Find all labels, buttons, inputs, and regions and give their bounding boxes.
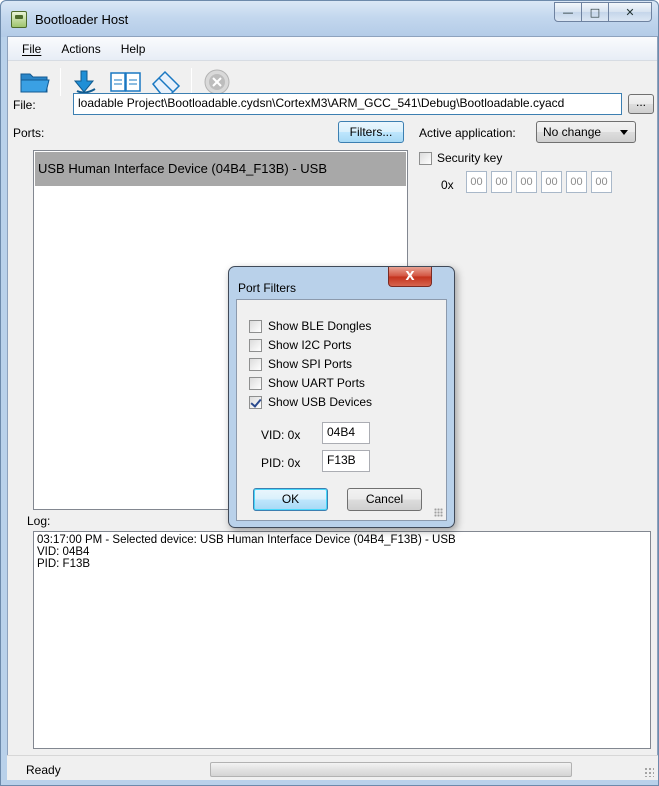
menu-file[interactable]: File	[12, 42, 51, 56]
menu-bar: File Actions Help	[8, 37, 657, 61]
option-spi-ports[interactable]: Show SPI Ports	[249, 357, 352, 371]
security-key-byte[interactable]: 00	[566, 171, 587, 193]
file-label: File:	[13, 98, 36, 112]
vid-input[interactable]: 04B4	[322, 422, 370, 444]
maximize-button[interactable]: □	[581, 2, 609, 22]
close-icon: X	[405, 269, 415, 283]
pid-label: PID: 0x	[261, 456, 301, 470]
browse-button[interactable]: ...	[628, 94, 654, 114]
title-bar[interactable]: Bootloader Host — □ ✕	[1, 1, 658, 37]
option-label: Show I2C Ports	[268, 338, 352, 352]
close-button[interactable]: ✕	[608, 2, 652, 22]
option-label: Show UART Ports	[268, 376, 365, 390]
dialog-title: Port Filters	[238, 281, 297, 295]
open-file-button[interactable]	[18, 66, 52, 98]
checkbox[interactable]	[249, 338, 262, 352]
log-line: 03:17:00 PM - Selected device: USB Human…	[37, 534, 456, 546]
option-label: Show USB Devices	[268, 395, 373, 409]
ok-button[interactable]: OK	[253, 488, 328, 511]
security-key-byte[interactable]: 00	[491, 171, 512, 193]
resize-grip-icon[interactable]	[644, 767, 654, 777]
security-key-byte[interactable]: 00	[466, 171, 487, 193]
toolbar-separator	[60, 68, 61, 96]
security-key-prefix: 0x	[441, 178, 454, 192]
caption-buttons: — □ ✕	[554, 2, 652, 22]
resize-grip-icon[interactable]	[434, 508, 443, 517]
option-i2c-ports[interactable]: Show I2C Ports	[249, 338, 351, 352]
maximize-icon: □	[589, 5, 601, 19]
log-output[interactable]: 03:17:00 PM - Selected device: USB Human…	[33, 531, 651, 749]
minimize-button[interactable]: —	[554, 2, 582, 22]
status-bar: Ready	[7, 755, 658, 780]
menu-actions[interactable]: Actions	[51, 42, 110, 56]
active-application-select[interactable]: No change	[536, 121, 636, 143]
security-key-checkbox[interactable]	[419, 152, 432, 165]
close-icon: ✕	[625, 5, 635, 19]
status-text: Ready	[26, 763, 61, 777]
ports-label: Ports:	[13, 126, 45, 140]
toolbar-separator	[191, 68, 192, 96]
abort-icon	[204, 69, 230, 95]
pid-input[interactable]: F13B	[322, 450, 370, 472]
port-filters-dialog: Port Filters X Show BLE Dongles Show I2C…	[228, 266, 455, 528]
dialog-close-button[interactable]: X	[388, 267, 432, 287]
app-icon	[11, 11, 27, 28]
list-item[interactable]: USB Human Interface Device (04B4_F13B) -…	[35, 152, 406, 186]
menu-help[interactable]: Help	[111, 42, 156, 56]
open-folder-icon	[20, 73, 50, 93]
security-key-byte[interactable]: 00	[541, 171, 562, 193]
filters-button[interactable]: Filters...	[338, 121, 404, 143]
option-label: Show BLE Dongles	[268, 319, 372, 333]
dialog-body: Show BLE Dongles Show I2C Ports Show SPI…	[236, 299, 447, 521]
progress-bar	[210, 762, 572, 777]
checkbox[interactable]	[249, 319, 262, 333]
option-uart-ports[interactable]: Show UART Ports	[249, 376, 365, 390]
verify-icon	[110, 72, 141, 92]
option-label: Show SPI Ports	[268, 357, 353, 371]
chevron-down-icon	[620, 130, 628, 135]
checkbox[interactable]	[249, 395, 262, 409]
vid-label: VID: 0x	[261, 428, 301, 442]
log-label: Log:	[27, 514, 51, 528]
active-application-label: Active application:	[419, 126, 516, 140]
security-key-label: Security key	[437, 151, 503, 165]
security-key-byte[interactable]: 00	[516, 171, 537, 193]
window-title: Bootloader Host	[35, 12, 129, 27]
security-key-bytes: 00 00 00 00 00 00	[466, 171, 612, 193]
log-line: PID: F13B	[37, 558, 91, 570]
minimize-icon: —	[562, 5, 574, 19]
file-path-input[interactable]: loadable Project\Bootloadable.cydsn\Cort…	[73, 93, 622, 115]
active-application-value: No change	[543, 125, 602, 139]
option-usb-devices[interactable]: Show USB Devices	[249, 395, 372, 409]
option-ble-dongles[interactable]: Show BLE Dongles	[249, 319, 371, 333]
cancel-button[interactable]: Cancel	[347, 488, 422, 511]
security-key-byte[interactable]: 00	[591, 171, 612, 193]
log-line: VID: 04B4	[37, 546, 90, 558]
checkbox[interactable]	[249, 357, 262, 371]
erase-icon	[151, 70, 181, 95]
checkbox[interactable]	[249, 376, 262, 390]
